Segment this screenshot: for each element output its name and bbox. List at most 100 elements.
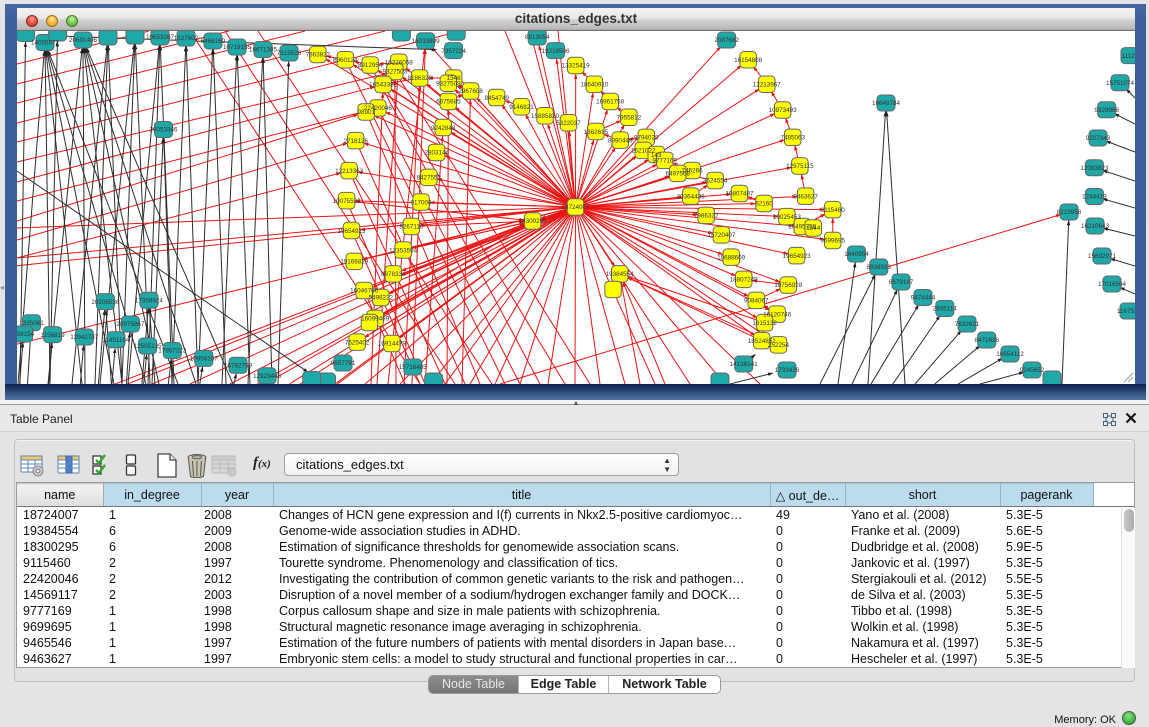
- svg-text:19654923: 19654923: [783, 253, 812, 260]
- svg-text:11451194: 11451194: [102, 337, 130, 344]
- svg-text:9115460: 9115460: [821, 207, 846, 214]
- svg-text:20053346: 20053346: [149, 127, 178, 134]
- svg-text:10958107: 10958107: [190, 356, 219, 363]
- svg-text:9242848: 9242848: [431, 125, 456, 132]
- svg-text:16961758: 16961758: [596, 99, 625, 106]
- svg-text:9084067: 9084067: [744, 298, 769, 305]
- svg-text:10807487: 10807487: [725, 191, 754, 198]
- svg-text:18300295: 18300295: [519, 218, 548, 225]
- svg-text:12093823: 12093823: [1080, 165, 1109, 172]
- svg-text:2087682: 2087682: [714, 37, 739, 44]
- svg-text:20364436: 20364436: [677, 193, 706, 200]
- svg-text:6497568: 6497568: [666, 171, 691, 178]
- svg-text:10973493: 10973493: [769, 107, 798, 114]
- svg-text:11123: 11123: [1122, 53, 1135, 60]
- svg-text:16782759: 16782759: [224, 363, 253, 370]
- svg-text:6875685: 6875685: [436, 99, 461, 106]
- svg-text:62160: 62160: [755, 201, 773, 208]
- svg-text:10075532: 10075532: [333, 198, 362, 205]
- svg-text:2718126: 2718126: [343, 138, 368, 145]
- svg-text:15751074: 15751074: [1106, 80, 1135, 87]
- svg-text:8454749: 8454749: [484, 95, 509, 102]
- svg-text:8427552: 8427552: [417, 175, 442, 182]
- svg-text:9657791: 9657791: [331, 360, 356, 367]
- svg-text:1615132: 1615132: [752, 320, 777, 327]
- svg-text:9245652: 9245652: [1020, 367, 1045, 374]
- svg-text:17957223: 17957223: [158, 348, 187, 355]
- svg-text:2803144: 2803144: [424, 150, 449, 157]
- svg-text:18640910: 18640910: [580, 81, 609, 88]
- svg-text:7986322: 7986322: [694, 213, 719, 220]
- svg-text:9146821: 9146821: [509, 104, 534, 111]
- svg-text:16099489: 16099489: [361, 316, 390, 323]
- svg-text:1362615: 1362615: [584, 129, 609, 136]
- svg-text:16671385: 16671385: [249, 47, 278, 54]
- svg-text:17016504: 17016504: [1098, 281, 1127, 288]
- svg-text:10719155: 10719155: [223, 44, 252, 51]
- svg-text:12923446: 12923446: [253, 373, 282, 380]
- svg-text:19218506: 19218506: [541, 48, 570, 55]
- svg-text:16046766: 16046766: [350, 288, 379, 295]
- svg-text:98901: 98901: [357, 109, 375, 116]
- svg-text:20206536: 20206536: [91, 299, 120, 306]
- svg-text:3624554: 3624554: [703, 178, 728, 185]
- svg-text:8186328: 8186328: [407, 75, 432, 82]
- svg-text:7625402: 7625402: [345, 339, 370, 346]
- svg-text:8938923: 8938923: [867, 264, 892, 271]
- svg-text:8215958: 8215958: [1057, 209, 1082, 216]
- svg-text:15226058: 15226058: [385, 60, 414, 67]
- svg-text:20691406: 20691406: [69, 37, 98, 44]
- svg-text:16914479: 16914479: [378, 341, 407, 348]
- svg-text:5322037: 5322037: [556, 120, 581, 127]
- svg-text:16120746: 16120746: [763, 311, 792, 318]
- svg-text:2967608: 2967608: [458, 88, 483, 95]
- svg-text:9327503: 9327503: [383, 69, 408, 76]
- svg-text:7515526: 7515526: [277, 50, 302, 57]
- svg-text:16033809: 16033809: [412, 38, 441, 45]
- svg-text:15885820: 15885820: [531, 113, 560, 120]
- svg-text:7955812: 7955812: [617, 114, 642, 121]
- svg-text:9227343: 9227343: [1086, 135, 1111, 142]
- svg-text:1544: 1544: [806, 225, 821, 232]
- svg-text:14055572: 14055572: [31, 40, 60, 47]
- svg-text:12213363: 12213363: [335, 168, 364, 175]
- svg-text:13325419: 13325419: [562, 63, 591, 70]
- svg-text:9327508: 9327508: [436, 80, 461, 87]
- svg-text:19756928: 19756928: [774, 282, 803, 289]
- svg-text:9777169: 9777169: [653, 158, 678, 165]
- svg-text:10654112: 10654112: [996, 351, 1024, 358]
- svg-text:5498222: 5498222: [369, 295, 394, 302]
- svg-text:1733426: 1733426: [775, 367, 800, 374]
- svg-text:252254: 252254: [768, 342, 790, 349]
- svg-text:6879197: 6879197: [889, 279, 914, 286]
- svg-text:10025453: 10025453: [773, 214, 802, 221]
- svg-text:7485063: 7485063: [780, 135, 805, 142]
- svg-text:2935114: 2935114: [933, 306, 958, 313]
- svg-text:8960124: 8960124: [333, 57, 358, 64]
- svg-text:1244419: 1244419: [1082, 194, 1107, 201]
- svg-text:17359924: 17359924: [135, 298, 164, 305]
- svg-text:9329966: 9329966: [1094, 107, 1119, 114]
- svg-text:12353594: 12353594: [389, 247, 418, 254]
- svg-text:16210643: 16210643: [1081, 223, 1110, 230]
- svg-text:1335061: 1335061: [19, 320, 44, 327]
- svg-text:19166829: 19166829: [340, 259, 369, 266]
- svg-text:9794028: 9794028: [634, 135, 659, 142]
- svg-text:16154808: 16154808: [734, 57, 763, 64]
- svg-text:1167533: 1167533: [1117, 308, 1135, 315]
- svg-text:10653267: 10653267: [146, 34, 175, 41]
- svg-text:8471626: 8471626: [974, 337, 999, 344]
- svg-text:8990448: 8990448: [608, 137, 633, 144]
- svg-text:19654923: 19654923: [337, 228, 366, 235]
- svg-text:1527602: 1527602: [174, 35, 199, 42]
- svg-text:15692971: 15692971: [1088, 253, 1117, 260]
- svg-text:18807249: 18807249: [730, 277, 759, 284]
- svg-text:7632621: 7632621: [955, 321, 980, 328]
- svg-text:1156819: 1156819: [41, 332, 66, 339]
- svg-text:16648784: 16648784: [872, 100, 901, 107]
- svg-text:9699695: 9699695: [821, 238, 846, 245]
- svg-text:8912954: 8912954: [358, 62, 383, 69]
- svg-text:14136141: 14136141: [730, 361, 759, 368]
- svg-text:9474444: 9474444: [911, 295, 936, 302]
- svg-text:20975867: 20975867: [116, 321, 145, 328]
